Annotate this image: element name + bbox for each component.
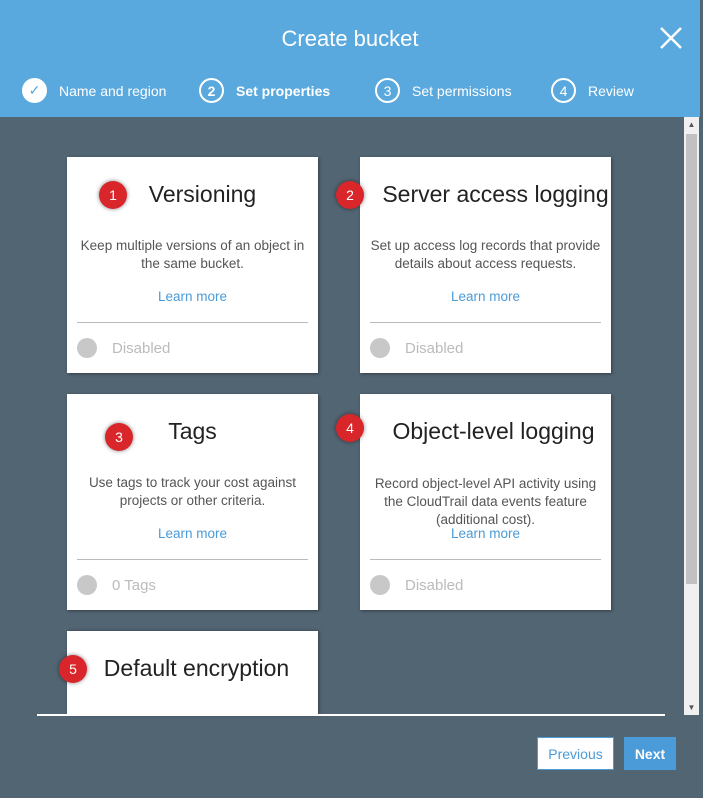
step-review[interactable]: 4 Review xyxy=(551,78,634,103)
learn-more-link[interactable]: Learn more xyxy=(360,526,611,541)
step-label: Review xyxy=(588,82,634,99)
learn-more-link[interactable]: Learn more xyxy=(360,289,611,304)
learn-more-link[interactable]: Learn more xyxy=(67,526,318,541)
scroll-down-icon[interactable]: ▼ xyxy=(684,700,699,715)
status-dot-icon xyxy=(77,575,97,595)
card-status: 0 Tags xyxy=(77,575,156,595)
footer-divider xyxy=(37,714,665,716)
modal-title: Create bucket xyxy=(281,26,419,51)
card-server-access-logging[interactable]: 2 Server access logging Set up access lo… xyxy=(336,157,611,373)
card-title: Versioning xyxy=(148,181,257,207)
card-description: Set up access log records that provide d… xyxy=(370,238,601,271)
status-text: Disabled xyxy=(405,339,464,357)
scroll-up-icon[interactable]: ▲ xyxy=(684,117,699,132)
card-title: Default encryption xyxy=(103,655,290,681)
step-label: Set permissions xyxy=(412,82,512,99)
check-icon: ✓ xyxy=(22,78,47,103)
step-set-properties[interactable]: 2 Set properties xyxy=(199,78,375,103)
card-title: Tags xyxy=(168,418,217,444)
scrollbar-thumb[interactable] xyxy=(686,134,697,584)
card-status: Disabled xyxy=(370,338,463,358)
card-title: Object-level logging xyxy=(392,418,595,444)
card-status: Disabled xyxy=(370,575,463,595)
status-dot-icon xyxy=(370,338,390,358)
step-set-permissions[interactable]: 3 Set permissions xyxy=(375,78,551,103)
status-text: Disabled xyxy=(405,576,464,594)
card-description: Keep multiple versions of an object in t… xyxy=(80,238,305,271)
properties-panel: 1 Versioning Keep multiple versions of a… xyxy=(0,117,700,715)
card-title: Server access logging xyxy=(382,181,609,207)
divider xyxy=(77,559,308,560)
step-number: 2 xyxy=(199,78,224,103)
card-object-level-logging[interactable]: 4 Object-level logging Record object-lev… xyxy=(336,394,611,610)
step-number: 4 xyxy=(551,78,576,103)
card-tags[interactable]: 3 Tags Use tags to track your cost again… xyxy=(67,394,318,610)
step-label: Set properties xyxy=(236,82,331,99)
next-button[interactable]: Next xyxy=(624,737,676,770)
previous-button[interactable]: Previous xyxy=(537,737,614,770)
divider xyxy=(370,559,601,560)
status-text: Disabled xyxy=(112,339,171,357)
step-label: Name and region xyxy=(59,82,167,99)
status-text: 0 Tags xyxy=(112,576,156,594)
status-dot-icon xyxy=(77,338,97,358)
modal-header: Create bucket ✓ Name and region 2 Set prop… xyxy=(0,0,700,117)
wizard-steps: ✓ Name and region 2 Set properties 3 Set pe… xyxy=(22,78,634,103)
card-default-encryption[interactable]: 5 Default encryption xyxy=(59,631,318,715)
card-status: Disabled xyxy=(77,338,170,358)
divider xyxy=(370,322,601,323)
card-description: Use tags to track your cost against proj… xyxy=(88,475,297,508)
status-dot-icon xyxy=(370,575,390,595)
learn-more-link[interactable]: Learn more xyxy=(67,289,318,304)
step-name-and-region[interactable]: ✓ Name and region xyxy=(22,78,199,103)
close-icon[interactable] xyxy=(657,24,685,52)
divider xyxy=(77,322,308,323)
scrollbar[interactable]: ▲ ▼ xyxy=(684,117,699,715)
step-number: 3 xyxy=(375,78,400,103)
card-description: Record object-level API activity using t… xyxy=(374,476,597,527)
card-versioning[interactable]: 1 Versioning Keep multiple versions of a… xyxy=(67,157,318,373)
